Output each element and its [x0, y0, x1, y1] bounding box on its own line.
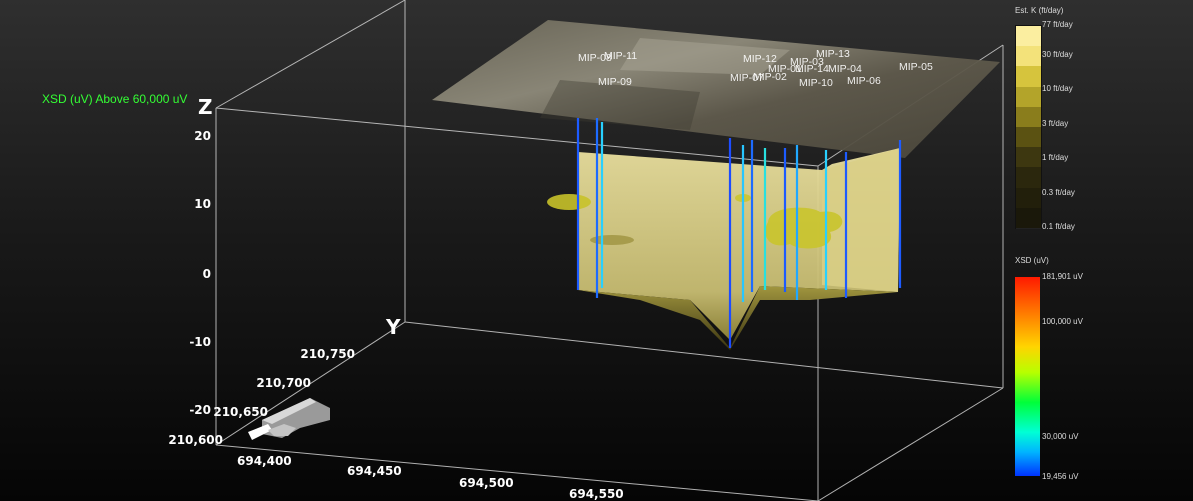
z-axis-ticks: 20 10 0 -10 -20	[189, 129, 211, 417]
k-legend-tick: 3 ft/day	[1042, 119, 1069, 128]
z-tick: 0	[203, 267, 211, 281]
k-legend-band	[1016, 167, 1041, 189]
well-label: MIP-09	[598, 76, 632, 88]
k-legend-band	[1016, 46, 1041, 68]
k-legend-band	[1016, 207, 1041, 229]
xsd-legend-tick: 19,456 uV	[1042, 472, 1079, 481]
x-tick: 694,400	[237, 454, 292, 468]
conductivity-isosurface	[578, 148, 900, 350]
k-legend-band	[1016, 66, 1041, 88]
y-axis-label: Y	[385, 315, 401, 339]
k-legend-band	[1016, 147, 1041, 169]
k-legend-band	[1016, 127, 1041, 149]
x-tick: 694,500	[459, 476, 514, 490]
xsd-legend-colorbar	[1015, 277, 1040, 476]
z-tick: -20	[189, 403, 211, 417]
well-label: MIP-10	[799, 77, 833, 89]
y-tick: 210,750	[300, 347, 355, 361]
well-label: MIP-11	[604, 50, 637, 62]
k-legend-tick: 1 ft/day	[1042, 153, 1069, 162]
xsd-threshold-title: XSD (uV) Above 60,000 uV	[42, 92, 188, 106]
x-tick: 694,450	[347, 464, 402, 478]
k-legend-tick: 0.3 ft/day	[1042, 188, 1075, 197]
z-tick: 10	[194, 197, 211, 211]
k-legend-title: Est. K (ft/day)	[1015, 6, 1064, 15]
k-legend-tick: 10 ft/day	[1042, 84, 1073, 93]
well-label: MIP-04	[828, 63, 862, 75]
k-legend-tick: 30 ft/day	[1042, 50, 1073, 59]
k-legend-band	[1016, 26, 1041, 48]
x-tick: 694,550	[569, 487, 624, 501]
k-legend-band	[1016, 106, 1041, 128]
k-legend-tick: 0.1 ft/day	[1042, 222, 1075, 231]
y-tick: 210,600	[168, 433, 223, 447]
y-tick: 210,700	[256, 376, 311, 390]
well-label: MIP-06	[847, 75, 881, 87]
z-axis-label: Z	[198, 95, 213, 119]
z-tick: 20	[194, 129, 211, 143]
k-legend-band	[1016, 187, 1041, 209]
k-legend-tick: 77 ft/day	[1042, 20, 1073, 29]
well-label: MIP-14	[795, 63, 829, 75]
xsd-legend-tick: 30,000 uV	[1042, 432, 1079, 441]
well-label: MIP-05	[899, 61, 933, 73]
y-tick: 210,650	[213, 405, 268, 419]
z-tick: -10	[189, 335, 211, 349]
k-legend-band	[1016, 86, 1041, 108]
xsd-legend-tick: 181,901 uV	[1042, 272, 1083, 281]
xsd-legend-title: XSD (uV)	[1015, 256, 1049, 265]
k-legend-colorbar	[1015, 25, 1042, 229]
xsd-legend-tick: 100,000 uV	[1042, 317, 1083, 326]
